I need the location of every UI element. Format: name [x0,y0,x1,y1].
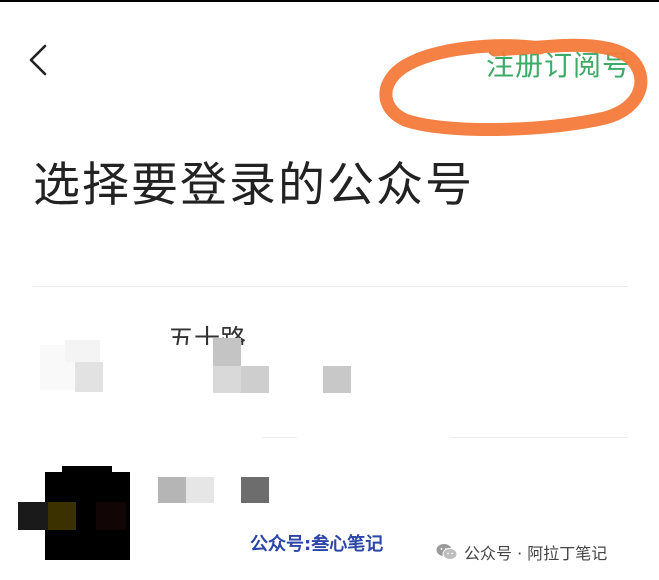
avatar-mosaic [65,340,100,362]
back-button[interactable] [14,36,62,84]
avatar-mosaic [48,502,76,530]
avatar-mosaic [62,466,112,478]
name-mosaic [241,477,269,503]
row-divider [450,437,628,438]
watermark-right: 公众号 · 阿拉丁笔记 [436,540,607,564]
name-mosaic [241,366,269,393]
name-mosaic [186,477,214,503]
avatar-mosaic [18,502,48,530]
wechat-icon [436,544,458,560]
avatar-mosaic [75,362,103,392]
register-subscription-link[interactable]: 注册订阅号 [486,44,631,84]
title-divider [33,286,628,287]
watermark-right-text: 公众号 · 阿拉丁笔记 [464,544,608,563]
top-frame-edge [0,0,659,2]
row-divider [262,437,297,438]
name-mosaic [323,366,351,393]
name-mosaic [213,338,241,366]
account-row[interactable]: 五十路 [0,300,659,435]
name-mosaic [213,366,241,393]
name-mosaic [158,477,186,503]
avatar-mosaic [96,502,126,530]
page-title: 选择要登录的公众号 [33,158,474,213]
watermark-left: 公众号:叁心笔记 [250,534,384,555]
chevron-left-icon [29,44,47,76]
